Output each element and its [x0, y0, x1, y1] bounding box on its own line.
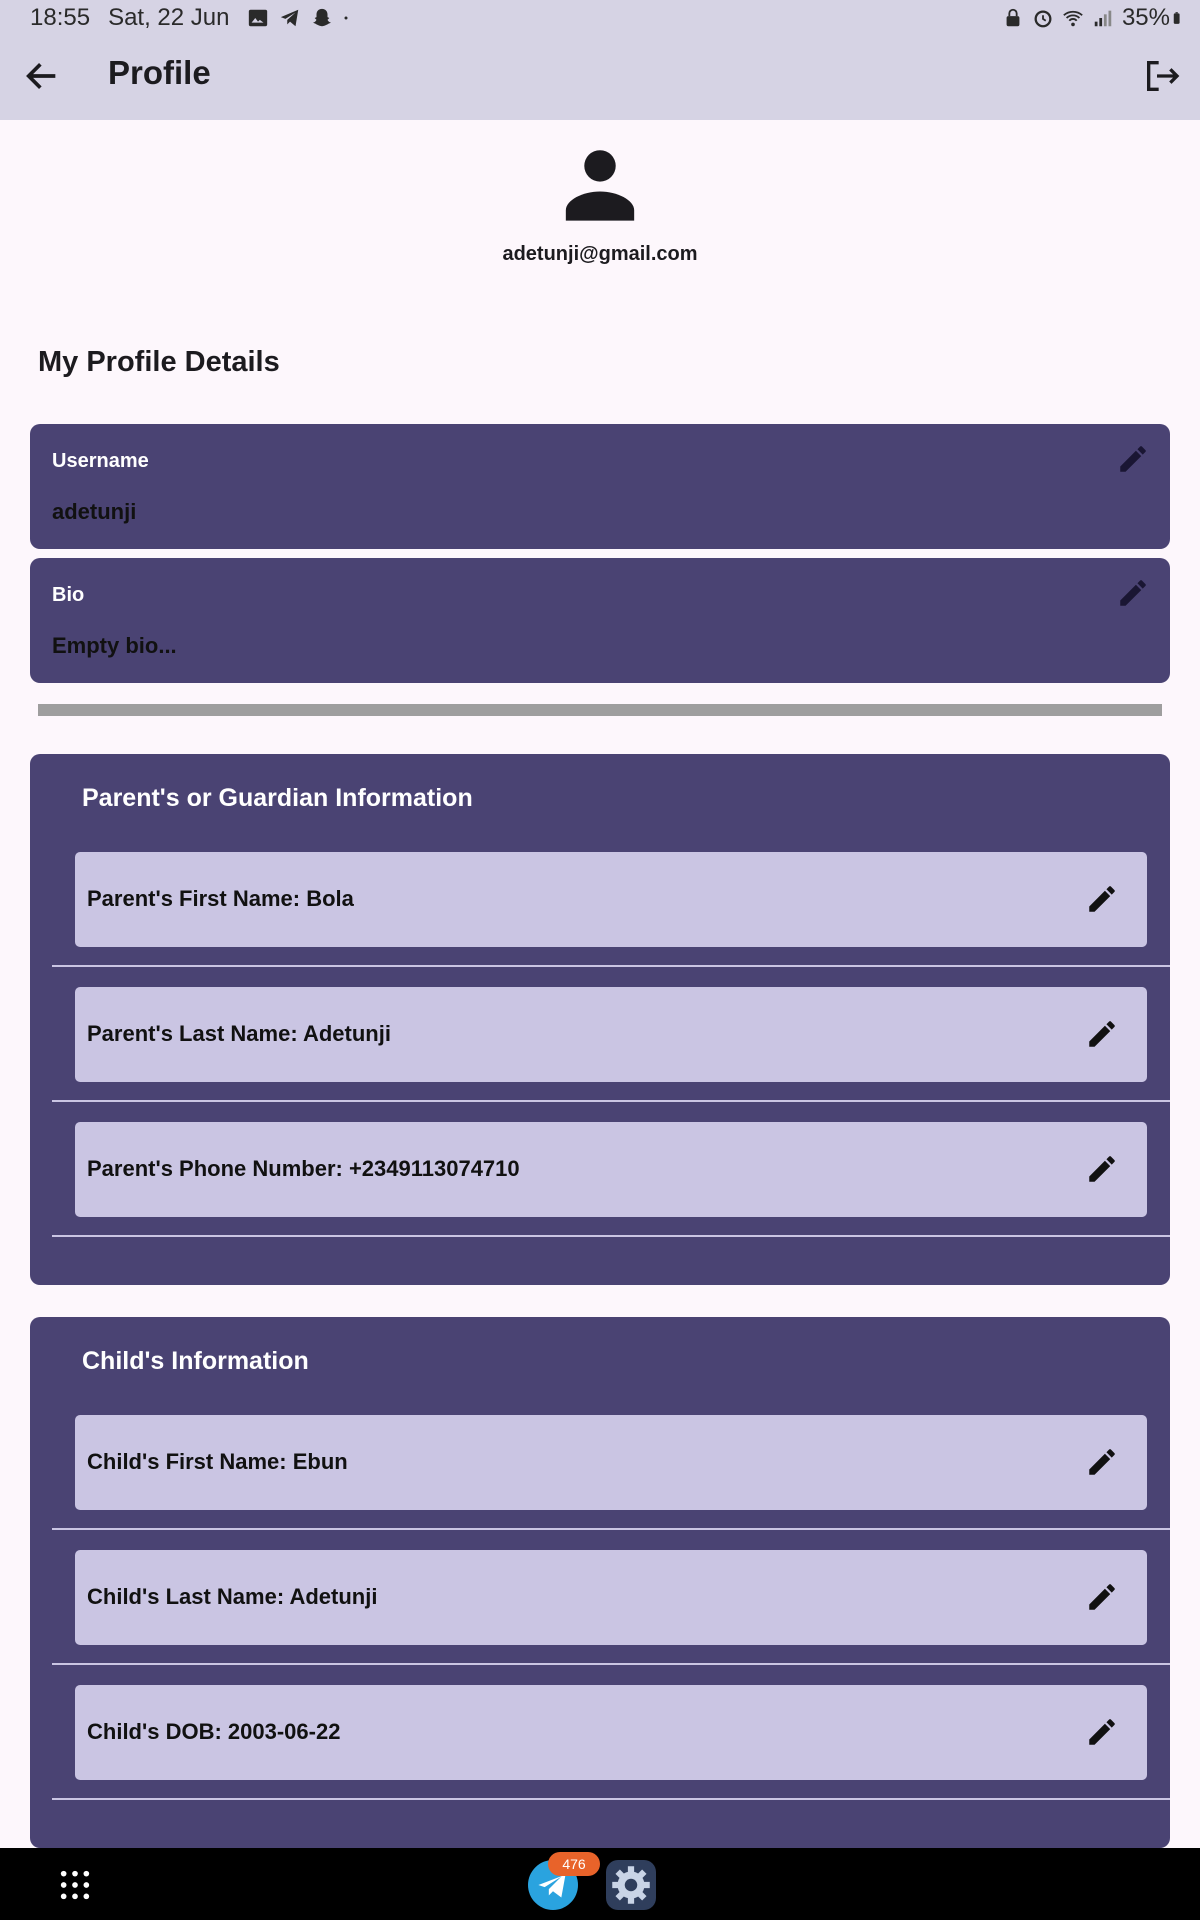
row-divider	[52, 965, 1170, 967]
status-date: Sat, 22 Jun	[108, 4, 230, 31]
telegram-icon	[281, 9, 299, 27]
section-divider	[38, 704, 1162, 716]
edit-child-last-name-icon[interactable]	[1085, 1580, 1119, 1614]
row-divider	[52, 1663, 1170, 1665]
status-time: 18:55	[30, 4, 91, 31]
gallery-icon	[249, 9, 268, 27]
edit-parent-first-name-icon[interactable]	[1085, 882, 1119, 916]
logout-icon[interactable]	[1142, 56, 1182, 96]
bio-card: Bio Empty bio...	[30, 558, 1170, 683]
child-last-name-text: Child's Last Name: Adetunji	[87, 1584, 378, 1609]
row-divider	[52, 1235, 1170, 1237]
bio-value: Empty bio...	[52, 633, 177, 658]
username-label: Username	[52, 450, 149, 472]
settings-app-icon[interactable]	[606, 1860, 656, 1910]
navigation-bar: 476	[0, 1848, 1200, 1920]
app-bar: Profile	[0, 36, 1200, 120]
person-icon	[565, 150, 635, 221]
snapchat-icon	[313, 8, 332, 27]
profile-details-title: My Profile Details	[38, 346, 280, 378]
child-info-title: Child's Information	[82, 1347, 309, 1375]
status-right: 35%	[1002, 4, 1186, 32]
profile-email: adetunji@gmail.com	[502, 243, 698, 265]
wifi-icon	[1063, 10, 1083, 27]
parent-info-title: Parent's or Guardian Information	[82, 784, 473, 812]
child-dob-row[interactable]: Child's DOB: 2003-06-22	[75, 1685, 1147, 1780]
battery-percent: 35%	[1121, 4, 1170, 31]
bio-label: Bio	[52, 584, 85, 606]
child-first-name-row[interactable]: Child's First Name: Ebun	[75, 1415, 1147, 1510]
parent-last-name-text: Parent's Last Name: Adetunji	[87, 1021, 391, 1046]
apps-grid-icon[interactable]	[58, 1868, 92, 1902]
parent-phone-text: Parent's Phone Number: +2349113074710	[87, 1156, 520, 1181]
alarm-icon	[1034, 10, 1052, 28]
child-dob-text: Child's DOB: 2003-06-22	[87, 1719, 341, 1744]
edit-child-dob-icon[interactable]	[1085, 1715, 1119, 1749]
child-info-card: Child's Information Child's First Name: …	[30, 1317, 1170, 1848]
parent-first-name-row[interactable]: Parent's First Name: Bola	[75, 852, 1147, 947]
parent-info-card: Parent's or Guardian Information Parent'…	[30, 754, 1170, 1285]
status-bar: 18:55 Sat, 22 Jun 35%	[0, 0, 1200, 36]
username-card: Username adetunji	[30, 424, 1170, 549]
page-title: Profile	[108, 54, 211, 91]
status-left: 18:55 Sat, 22 Jun	[30, 4, 355, 32]
lock-icon	[1006, 8, 1020, 27]
edit-bio-icon[interactable]	[1116, 576, 1150, 610]
edit-parent-phone-icon[interactable]	[1085, 1152, 1119, 1186]
battery-icon	[1173, 12, 1180, 24]
child-last-name-row[interactable]: Child's Last Name: Adetunji	[75, 1550, 1147, 1645]
row-divider	[52, 1100, 1170, 1102]
row-divider	[52, 1528, 1170, 1530]
row-divider	[52, 1798, 1170, 1800]
telegram-badge: 476	[548, 1852, 600, 1876]
child-first-name-text: Child's First Name: Ebun	[87, 1449, 348, 1474]
parent-first-name-text: Parent's First Name: Bola	[87, 886, 354, 911]
username-value: adetunji	[52, 499, 137, 524]
parent-last-name-row[interactable]: Parent's Last Name: Adetunji	[75, 987, 1147, 1082]
arrow-back-icon[interactable]	[22, 56, 62, 96]
edit-parent-last-name-icon[interactable]	[1085, 1017, 1119, 1051]
dot-icon	[344, 16, 348, 20]
signal-icon	[1094, 10, 1112, 27]
edit-username-icon[interactable]	[1116, 442, 1150, 476]
parent-phone-row[interactable]: Parent's Phone Number: +2349113074710	[75, 1122, 1147, 1217]
edit-child-first-name-icon[interactable]	[1085, 1445, 1119, 1479]
settings-icon	[612, 1866, 650, 1904]
